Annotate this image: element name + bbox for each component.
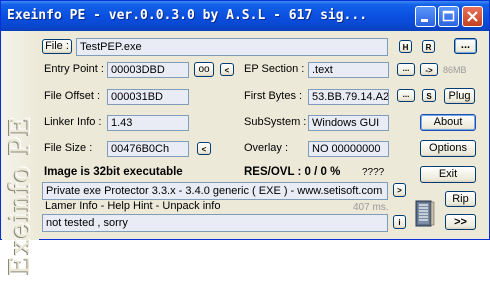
entry-point-label: Entry Point : (44, 63, 104, 75)
scan-book-icon[interactable] (414, 199, 436, 229)
subsystem-field[interactable]: Windows GUI (308, 115, 389, 131)
oo-button[interactable]: oo (194, 62, 214, 77)
rip-button[interactable]: Rip (445, 191, 476, 207)
first-bytes-field[interactable]: 53.BB.79.14.A2 (308, 89, 389, 105)
first-bytes-label: First Bytes : (244, 90, 303, 102)
file-size-arrow-button[interactable]: < (197, 142, 211, 155)
memory-size-text: 86MB (443, 65, 467, 75)
ep-section-dots-button[interactable]: ... (397, 63, 415, 76)
next-button[interactable]: >> (445, 214, 476, 230)
side-logo: Exeinfo PE (5, 115, 36, 276)
maximize-icon (442, 10, 455, 22)
title-bar[interactable]: Exeinfo PE - ver.0.0.3.0 by A.S.L - 617 … (1, 1, 489, 31)
first-bytes-dots-button[interactable]: ... (397, 89, 415, 102)
file-size-label: File Size : (44, 142, 93, 154)
options-button[interactable]: Options (420, 140, 476, 157)
unknown-text: ???? (362, 167, 385, 178)
hint-field[interactable]: not tested , sorry (42, 214, 388, 232)
browse-button[interactable]: ... (454, 38, 477, 54)
file-offset-field[interactable]: 000031BD (107, 89, 189, 105)
close-button[interactable] (462, 6, 483, 27)
scan-time-text: 407 ms. (353, 202, 389, 213)
exit-button[interactable]: Exit (420, 166, 476, 183)
info-i-button[interactable]: i (393, 215, 406, 229)
executable-type-text: Image is 32bit executable (44, 166, 183, 178)
res-ovl-text: RES/OVL : 0 / 0 % (244, 166, 341, 178)
detection-result-field[interactable]: Private exe Protector 3.3.x - 3.4.0 gene… (42, 182, 388, 200)
ep-section-field[interactable]: .text (308, 62, 389, 78)
entry-point-field[interactable]: 00003DBD (107, 62, 189, 78)
overlay-label: Overlay : (244, 142, 289, 154)
lamer-info-text: Lamer Info - Help Hint - Unpack info (45, 200, 221, 212)
file-button[interactable]: File : (42, 39, 72, 54)
side-logo-panel: Exeinfo PE (2, 31, 39, 275)
rip-resources-button[interactable]: R (422, 40, 435, 53)
file-path-field[interactable]: TestPEP.exe (76, 38, 388, 56)
minimize-icon (421, 19, 428, 22)
ep-section-label: EP Section : (244, 63, 305, 75)
app-window: Exeinfo PE - ver.0.0.3.0 by A.S.L - 617 … (0, 0, 490, 275)
minimize-button[interactable] (415, 6, 436, 27)
maximize-button[interactable] (438, 6, 459, 27)
file-size-field[interactable]: 00476B0Ch (107, 141, 189, 157)
entry-point-arrow-button[interactable]: < (220, 63, 234, 76)
close-icon (467, 11, 478, 22)
subsystem-label: SubSystem : (244, 116, 307, 128)
plug-button[interactable]: Plug (444, 88, 475, 104)
ep-section-arrow-button[interactable]: -> (420, 63, 438, 76)
header-button[interactable]: H (399, 40, 412, 53)
detection-arrow-button[interactable]: > (393, 183, 406, 197)
linker-info-field[interactable]: 1.43 (107, 115, 189, 131)
window-title: Exeinfo PE - ver.0.0.3.0 by A.S.L - 617 … (7, 8, 368, 23)
about-button[interactable]: About (420, 114, 476, 131)
linker-info-label: Linker Info : (44, 116, 102, 128)
file-offset-label: File Offset : (44, 90, 101, 102)
s-button[interactable]: S (422, 89, 436, 102)
overlay-field[interactable]: NO 00000000 (308, 141, 389, 157)
